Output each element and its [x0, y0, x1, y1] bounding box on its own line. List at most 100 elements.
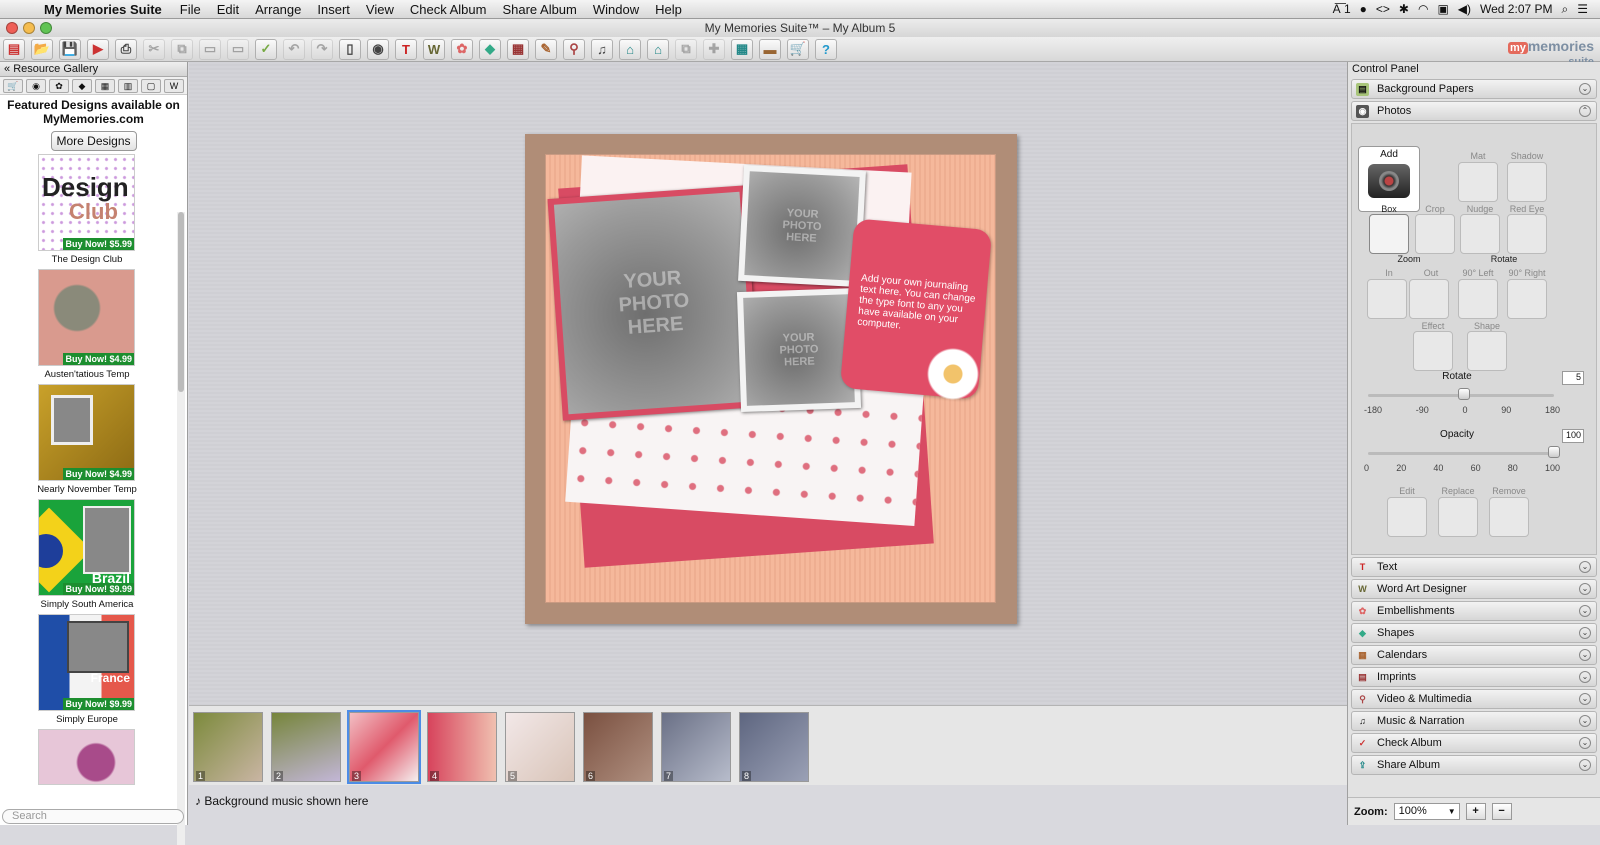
grid-button[interactable]: ▦: [731, 38, 753, 60]
remove-photo-button[interactable]: [1489, 497, 1529, 537]
chevron-down-icon[interactable]: ⌄: [1579, 583, 1591, 595]
buy-now-badge[interactable]: Buy Now! $9.99: [63, 698, 134, 710]
rotate-value-field[interactable]: 5: [1562, 371, 1584, 385]
save-button[interactable]: 💾: [59, 38, 81, 60]
word-art-icon[interactable]: W: [164, 79, 184, 93]
gallery-thumbnail[interactable]: Design Club Buy Now! $5.99: [38, 154, 135, 251]
photo-frame-large[interactable]: YOUR PHOTO HERE: [547, 185, 761, 421]
display-icon[interactable]: ▣: [1437, 2, 1448, 16]
section-share-album[interactable]: ⇪ Share Album ⌄: [1351, 755, 1597, 775]
chevron-up-icon[interactable]: ⌃: [1579, 105, 1591, 117]
chevron-down-icon[interactable]: ⌄: [1579, 737, 1591, 749]
wifi-icon[interactable]: ◠: [1418, 2, 1428, 16]
photo-placeholder-top[interactable]: YOUR PHOTO HERE: [744, 171, 860, 281]
menu-app-name[interactable]: My Memories Suite: [30, 2, 172, 17]
cut-button[interactable]: ✂: [143, 38, 165, 60]
page-thumbnail[interactable]: 2: [271, 712, 341, 782]
menu-view[interactable]: View: [358, 2, 402, 17]
menu-share-album[interactable]: Share Album: [494, 2, 584, 17]
camera-icon[interactable]: ◉: [26, 79, 46, 93]
zoom-in-plus-button[interactable]: +: [1465, 803, 1486, 820]
buy-now-badge[interactable]: Buy Now! $4.99: [63, 353, 134, 365]
menu-file[interactable]: File: [172, 2, 209, 17]
section-photos[interactable]: ◉ Photos ⌃: [1351, 101, 1597, 121]
page-thumbnail[interactable]: 7: [661, 712, 731, 782]
chevron-down-icon[interactable]: ⌄: [1579, 627, 1591, 639]
close-window-button[interactable]: [6, 22, 18, 34]
spotlight-icon[interactable]: ⌕: [1562, 2, 1569, 17]
section-word-art[interactable]: W Word Art Designer ⌄: [1351, 579, 1597, 599]
gallery-item-design-club[interactable]: Design Club Buy Now! $5.99 The Design Cl…: [38, 154, 136, 265]
photo-frame-top[interactable]: YOUR PHOTO HERE: [738, 164, 866, 288]
delete-button[interactable]: ▭: [227, 38, 249, 60]
music-button[interactable]: ♫: [591, 38, 613, 60]
zoom-in-button[interactable]: [1367, 279, 1407, 319]
gallery-item-south-america[interactable]: Brazil Buy Now! $9.99 Simply South Ameri…: [38, 499, 136, 610]
crop-button[interactable]: [1415, 214, 1455, 254]
minimize-window-button[interactable]: [23, 22, 35, 34]
gallery-thumbnail[interactable]: Brazil Buy Now! $9.99: [38, 499, 135, 596]
opacity-slider[interactable]: [1368, 446, 1560, 458]
input-menu-icon[interactable]: A͞ 1: [1333, 2, 1351, 16]
section-background-papers[interactable]: ▤ Background Papers ⌄: [1351, 79, 1597, 99]
zoom-window-button[interactable]: [40, 22, 52, 34]
spellcheck-button[interactable]: ✓: [255, 38, 277, 60]
daisy-embellishment[interactable]: [925, 346, 981, 402]
new-album-button[interactable]: ▤: [3, 38, 25, 60]
section-music-narration[interactable]: ♫ Music & Narration ⌄: [1351, 711, 1597, 731]
rotate-slider-knob[interactable]: [1458, 388, 1470, 400]
background-button[interactable]: ▯: [339, 38, 361, 60]
imprint-button[interactable]: ✎: [535, 38, 557, 60]
menu-edit[interactable]: Edit: [209, 2, 247, 17]
red-eye-button[interactable]: [1507, 214, 1547, 254]
word-art-button[interactable]: W: [423, 38, 445, 60]
menu-arrange[interactable]: Arrange: [247, 2, 309, 17]
menu-check-album[interactable]: Check Album: [402, 2, 495, 17]
chevron-down-icon[interactable]: ⌄: [1579, 715, 1591, 727]
film-button[interactable]: ▬: [759, 38, 781, 60]
section-shapes[interactable]: ◆ Shapes ⌄: [1351, 623, 1597, 643]
buy-now-badge[interactable]: Buy Now! $4.99: [63, 468, 134, 480]
embellishment-button[interactable]: ✿: [451, 38, 473, 60]
chevron-down-icon[interactable]: ⌄: [1579, 83, 1591, 95]
nudge-button[interactable]: [1460, 214, 1500, 254]
insert-page-button[interactable]: ✚: [703, 38, 725, 60]
rotate-left-button[interactable]: [1458, 279, 1498, 319]
sync-icon[interactable]: ●: [1360, 2, 1367, 16]
gallery-item-partial[interactable]: [38, 729, 136, 785]
zoom-out-minus-button[interactable]: −: [1491, 803, 1512, 820]
replace-photo-button[interactable]: [1438, 497, 1478, 537]
chevron-down-icon[interactable]: ⌄: [1579, 693, 1591, 705]
cart-icon[interactable]: 🛒: [3, 79, 23, 93]
chevron-down-icon[interactable]: ⌄: [1579, 671, 1591, 683]
store-cart-button[interactable]: 🛒: [787, 38, 809, 60]
zoom-select[interactable]: 100% ▼: [1393, 803, 1460, 820]
more-designs-button[interactable]: More Designs: [50, 131, 137, 151]
home-page-button[interactable]: ⌂: [619, 38, 641, 60]
shadow-button[interactable]: [1507, 162, 1547, 202]
layout-icon[interactable]: ▥: [118, 79, 138, 93]
code-icon[interactable]: <>: [1376, 2, 1390, 16]
chevron-down-icon[interactable]: ⌄: [1579, 605, 1591, 617]
page-thumbnail[interactable]: 8: [739, 712, 809, 782]
list-icon[interactable]: ☰: [1577, 2, 1588, 16]
frame-icon[interactable]: ▢: [141, 79, 161, 93]
scroll-thumb[interactable]: [178, 212, 184, 392]
box-button[interactable]: [1369, 214, 1409, 254]
shapes-icon[interactable]: ◆: [72, 79, 92, 93]
buy-now-badge[interactable]: Buy Now! $9.99: [63, 583, 134, 595]
bluetooth-icon[interactable]: ✱: [1399, 2, 1409, 16]
menu-insert[interactable]: Insert: [309, 2, 358, 17]
undo-button[interactable]: ↶: [283, 38, 305, 60]
volume-icon[interactable]: ◀): [1458, 2, 1471, 16]
section-imprints[interactable]: ▤ Imprints ⌄: [1351, 667, 1597, 687]
rotate-right-button[interactable]: [1507, 279, 1547, 319]
add-photo-button[interactable]: Add: [1358, 146, 1420, 212]
opacity-value-field[interactable]: 100: [1562, 429, 1584, 443]
effect-button[interactable]: [1413, 331, 1453, 371]
page-thumbnail[interactable]: 6: [583, 712, 653, 782]
clock[interactable]: Wed 2:07 PM: [1480, 2, 1552, 16]
page-thumbnail[interactable]: 4: [427, 712, 497, 782]
gallery-item-austentatious[interactable]: Buy Now! $4.99 Austen'tatious Temp: [38, 269, 136, 380]
page-thumbnail[interactable]: 5: [505, 712, 575, 782]
